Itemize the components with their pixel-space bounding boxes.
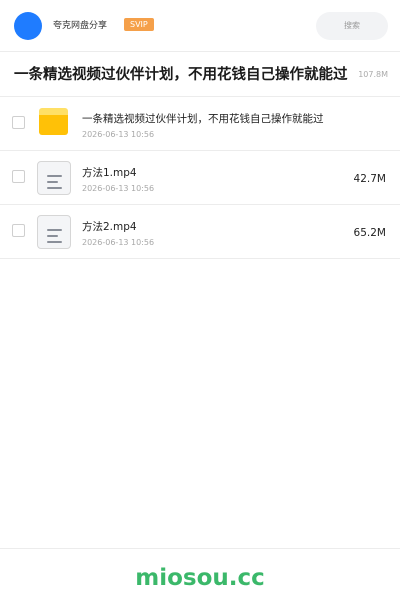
file-name[interactable]: 方法2.mp4: [82, 220, 137, 234]
file-size: 65.2M: [353, 227, 386, 239]
folder-icon: [39, 108, 68, 135]
file-icon: [37, 215, 71, 249]
file-date: 2026-06-13 10:56: [82, 130, 155, 139]
file-icon: [37, 161, 71, 195]
file-name[interactable]: 方法1.mp4: [82, 166, 137, 180]
svip-badge: SVIP: [124, 18, 154, 31]
brand-watermark[interactable]: miosou.cc: [0, 564, 400, 592]
file-row-folder[interactable]: 一条精选视频过伙伴计划，不用花钱自己操作就能过 2026-06-13 10:56: [0, 97, 400, 151]
share-title-row: 107.8M 一条精选视频过伙伴计划，不用花钱自己操作就能过: [0, 53, 400, 97]
file-date: 2026-06-13 10:56: [82, 184, 155, 193]
file-date: 2026-06-13 10:56: [82, 238, 155, 247]
avatar[interactable]: [14, 12, 42, 40]
app-name: 夸克网盘分享: [53, 21, 108, 31]
footer: miosou.cc: [0, 548, 400, 600]
file-name[interactable]: 一条精选视频过伙伴计划，不用花钱自己操作就能过: [82, 112, 324, 126]
row-checkbox[interactable]: [12, 224, 25, 237]
row-checkbox[interactable]: [12, 170, 25, 183]
search-input[interactable]: 搜索: [316, 12, 388, 40]
row-checkbox[interactable]: [12, 116, 25, 129]
top-header: 夸克网盘分享 SVIP 搜索: [0, 0, 400, 52]
file-row-video-1[interactable]: 方法1.mp4 2026-06-13 10:56 42.7M: [0, 151, 400, 205]
page-title: 一条精选视频过伙伴计划，不用花钱自己操作就能过: [14, 67, 348, 83]
file-size: 42.7M: [353, 173, 386, 185]
file-list: 一条精选视频过伙伴计划，不用花钱自己操作就能过 2026-06-13 10:56…: [0, 97, 400, 259]
file-row-video-2[interactable]: 方法2.mp4 2026-06-13 10:56 65.2M: [0, 205, 400, 259]
